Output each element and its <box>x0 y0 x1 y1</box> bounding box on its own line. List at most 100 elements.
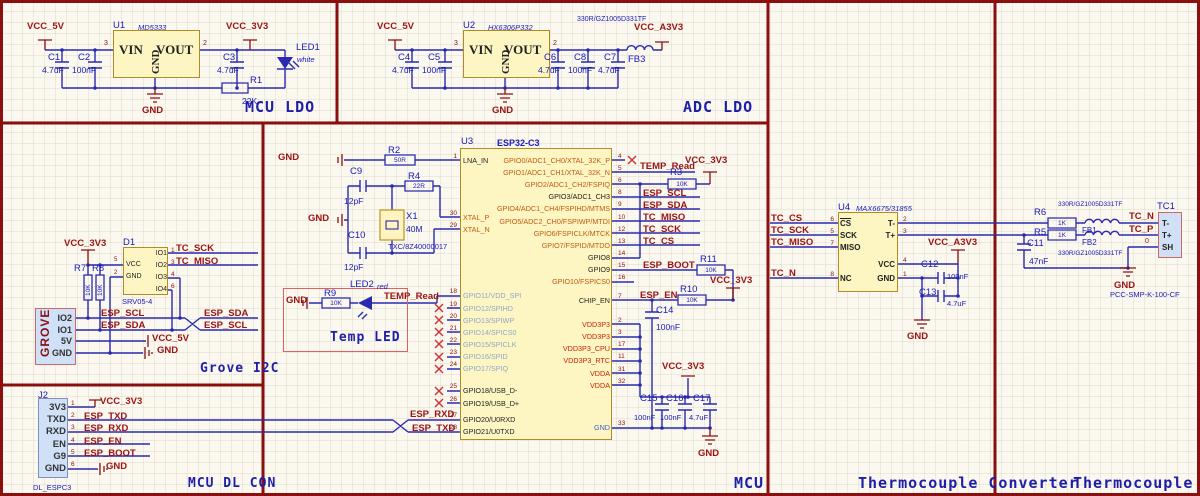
net-esp-txd-dl[interactable]: ESP_TXD <box>84 411 127 422</box>
led2-color[interactable]: red <box>377 282 388 291</box>
temp-led-group-title[interactable]: Temp LED <box>330 330 401 345</box>
r11-value[interactable]: 10K <box>697 267 725 274</box>
c16-value[interactable]: 100nF <box>660 413 681 422</box>
net-esp-boot-u3[interactable]: ESP_BOOT <box>643 260 695 271</box>
net-tc-cs-u3[interactable]: TC_CS <box>643 236 674 247</box>
net-vcc3v3-r10[interactable]: VCC_3V3 <box>710 275 752 286</box>
section-title-tconv[interactable]: Thermocouple Converter <box>858 474 1079 492</box>
x1-ref[interactable]: X1 <box>406 211 418 222</box>
c17-value[interactable]: 4.7uF <box>689 413 708 422</box>
crystal-body[interactable] <box>379 209 405 241</box>
u3-part[interactable]: ESP32-C3 <box>497 138 540 148</box>
net-esp-rxd-dl[interactable]: ESP_RXD <box>84 423 128 434</box>
net-esp-boot-dl[interactable]: ESP_BOOT <box>84 448 136 459</box>
c10-ref[interactable]: C10 <box>348 230 365 241</box>
section-title-mcu-ldo[interactable]: MCU LDO <box>245 98 315 116</box>
section-title-adc-ldo[interactable]: ADC LDO <box>683 98 753 116</box>
net-vcc3v3[interactable]: VCC_3V3 <box>226 21 268 32</box>
r10-value[interactable]: 10K <box>678 297 706 304</box>
x1-value[interactable]: 40M <box>406 224 423 234</box>
gnd-label-u2[interactable]: GND <box>492 105 513 116</box>
r5-ref[interactable]: R5 <box>1034 227 1046 238</box>
section-title-grove[interactable]: Grove I2C <box>200 361 279 376</box>
c9-value[interactable]: 12pF <box>344 196 363 206</box>
gnd-label-r2[interactable]: GND <box>278 152 299 163</box>
c6-ref[interactable]: C6 <box>544 52 556 63</box>
c8-value[interactable]: 100nF <box>568 65 592 75</box>
r8-value[interactable]: 10K <box>97 284 104 296</box>
net-vcc3v3-grove[interactable]: VCC_3V3 <box>64 238 106 249</box>
c3-ref[interactable]: C3 <box>223 52 235 63</box>
fb2-ref[interactable]: FB2 <box>1082 238 1097 247</box>
c4-ref[interactable]: C4 <box>398 52 410 63</box>
c16-ref[interactable]: C16 <box>666 393 683 404</box>
net-vcc3v3-dl[interactable]: VCC_3V3 <box>100 396 142 407</box>
net-tc-miso-u3[interactable]: TC_MISO <box>643 212 685 223</box>
gnd-label-r9[interactable]: GND <box>286 295 307 306</box>
r3-ref[interactable]: R3 <box>670 167 682 178</box>
c12-ref[interactable]: C12 <box>921 259 938 270</box>
c12-value[interactable]: 100nF <box>947 272 968 281</box>
net-esp-scl-left[interactable]: ESP_SCL <box>101 308 144 319</box>
net-esp-scl-u3[interactable]: ESP_SCL <box>643 188 686 199</box>
c17-ref[interactable]: C17 <box>693 393 710 404</box>
r2-ref[interactable]: R2 <box>388 145 400 156</box>
net-tc-n-tc1[interactable]: TC_N <box>1129 211 1154 222</box>
gnd-label-dl[interactable]: GND <box>106 461 127 472</box>
c1-value[interactable]: 4.7uF <box>42 65 64 75</box>
c7-ref[interactable]: C7 <box>604 52 616 63</box>
d1-part[interactable]: SRV05-4 <box>122 297 152 306</box>
c1-ref[interactable]: C1 <box>48 52 60 63</box>
fb2-value[interactable]: 330R/GZ1005D331TF <box>1058 250 1122 257</box>
net-vcc5v[interactable]: VCC_5V <box>27 21 64 32</box>
led1-color[interactable]: white <box>297 55 315 64</box>
section-title-dl-con[interactable]: MCU DL CON <box>188 476 276 491</box>
net-vcc5v-grove[interactable]: VCC_5V <box>152 333 189 344</box>
schematic-canvas[interactable]: VCC_5V VCC_3V3 U1 MD5333 3 2 VIN VOUT GN… <box>0 0 1200 496</box>
u1-part[interactable]: MD5333 <box>138 23 166 32</box>
net-esp-sda-u3[interactable]: ESP_SDA <box>643 200 687 211</box>
c7-value[interactable]: 4.7uF <box>598 65 620 75</box>
r11-ref[interactable]: R11 <box>700 254 717 265</box>
gnd-label-caps[interactable]: GND <box>698 448 719 459</box>
net-esp-scl-right[interactable]: ESP_SCL <box>204 320 247 331</box>
x1-part[interactable]: TXC/8Z40000017 <box>388 242 447 251</box>
c11-value[interactable]: 47nF <box>1029 256 1048 266</box>
gnd-label-x1[interactable]: GND <box>308 213 329 224</box>
c9-ref[interactable]: C9 <box>350 166 362 177</box>
led1-ref[interactable]: LED1 <box>296 42 320 53</box>
r1-ref[interactable]: R1 <box>250 75 262 86</box>
net-tc-cs[interactable]: TC_CS <box>771 213 802 224</box>
net-vcc-a3v3-u4[interactable]: VCC_A3V3 <box>928 237 977 248</box>
c6-value[interactable]: 4.7uF <box>538 65 560 75</box>
gnd-label-u4[interactable]: GND <box>907 331 928 342</box>
r7-value[interactable]: 10K <box>85 284 92 296</box>
r8-ref[interactable]: R8 <box>92 263 104 274</box>
r3-value[interactable]: 10K <box>668 181 696 188</box>
net-vcc5v-adc[interactable]: VCC_5V <box>377 21 414 32</box>
r6-ref[interactable]: R6 <box>1034 207 1046 218</box>
c3-value[interactable]: 4.7uF <box>217 65 239 75</box>
c2-value[interactable]: 100nF <box>72 65 96 75</box>
net-esp-en-dl[interactable]: ESP_EN <box>84 436 122 447</box>
net-tc-sck[interactable]: TC_SCK <box>771 225 809 236</box>
fb1-value[interactable]: 330R/GZ1005D331TF <box>1058 201 1122 208</box>
j2-part[interactable]: DL_ESPC3 <box>33 483 71 492</box>
r10-ref[interactable]: R10 <box>680 284 697 295</box>
net-tc-sck-u3[interactable]: TC_SCK <box>643 224 681 235</box>
c13-value[interactable]: 4.7uF <box>947 299 966 308</box>
r5-value[interactable]: 1K <box>1048 232 1076 239</box>
fb3-ref[interactable]: FB3 <box>628 54 645 65</box>
net-vcc-a3v3[interactable]: VCC_A3V3 <box>634 22 683 33</box>
gnd-label-u1[interactable]: GND <box>142 105 163 116</box>
u3-ref[interactable]: U3 <box>461 136 473 147</box>
tc1-ref[interactable]: TC1 <box>1157 201 1175 212</box>
u2-ref[interactable]: U2 <box>463 20 475 31</box>
tc1-part[interactable]: PCC-SMP-K-100-CF <box>1110 290 1180 299</box>
section-title-tcon[interactable]: Thermocouple Con <box>1073 474 1200 492</box>
c5-ref[interactable]: C5 <box>428 52 440 63</box>
u4-part[interactable]: MAX6675/31855 <box>856 204 912 213</box>
c11-ref[interactable]: C11 <box>1027 238 1044 249</box>
j2-ref[interactable]: J2 <box>38 390 48 401</box>
net-esp-en-u3[interactable]: ESP_EN <box>640 290 678 301</box>
